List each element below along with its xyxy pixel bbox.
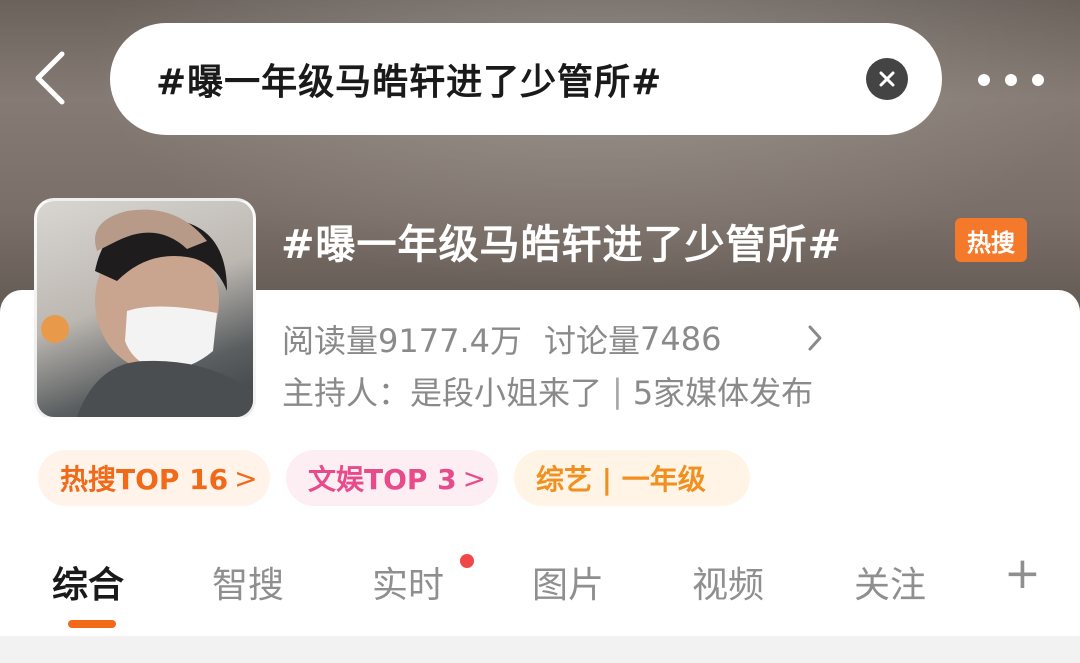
chevron-right-icon[interactable] bbox=[806, 324, 824, 352]
host-info: 主持人： 是段小姐来了 | 5家媒体发布 bbox=[282, 368, 813, 414]
tab-following[interactable]: 关注 bbox=[854, 556, 926, 608]
tab-images[interactable]: 图片 bbox=[532, 556, 604, 608]
back-button[interactable] bbox=[28, 48, 72, 108]
chip-label: 热搜TOP 16 bbox=[60, 463, 229, 496]
more-options-button[interactable] bbox=[978, 70, 1044, 90]
tab-bar: 综合 智搜 实时 图片 视频 关注 + bbox=[0, 548, 1080, 636]
host-label: 主持人： bbox=[282, 374, 411, 412]
reads-value: 9177.4万 bbox=[378, 322, 522, 360]
hot-search-badge: 热搜 bbox=[955, 218, 1027, 262]
host-separator: | bbox=[612, 372, 623, 410]
chip-label: 文娱TOP 3 bbox=[308, 463, 457, 496]
tab-realtime[interactable]: 实时 bbox=[372, 556, 444, 608]
topic-title: #曝一年级马皓轩进了少管所# bbox=[281, 222, 843, 268]
search-query-text: #曝一年级马皓轩进了少管所# bbox=[156, 62, 663, 103]
tab-videos[interactable]: 视频 bbox=[692, 556, 764, 608]
reads-label: 阅读量 bbox=[282, 322, 379, 360]
close-icon bbox=[879, 71, 895, 87]
active-tab-indicator bbox=[68, 620, 116, 628]
topic-avatar[interactable] bbox=[34, 198, 256, 420]
avatar-image bbox=[41, 209, 253, 417]
add-tab-button[interactable]: + bbox=[1004, 548, 1041, 599]
discussions-value: 7486 bbox=[640, 320, 722, 358]
chevron-left-icon bbox=[35, 51, 65, 105]
discussions-label: 讨论量 bbox=[544, 322, 641, 360]
clear-search-button[interactable] bbox=[866, 58, 908, 100]
search-input[interactable]: #曝一年级马皓轩进了少管所# bbox=[110, 23, 942, 135]
media-count[interactable]: 5家媒体发布 bbox=[633, 368, 813, 414]
chip-entertainment-rank[interactable]: 文娱TOP 3 > bbox=[286, 450, 498, 506]
tab-comprehensive[interactable]: 综合 bbox=[52, 556, 124, 608]
chevron-right-icon: > bbox=[462, 461, 487, 495]
tab-smart-search[interactable]: 智搜 bbox=[212, 556, 284, 608]
realtime-notification-dot bbox=[460, 554, 474, 568]
content-divider bbox=[0, 636, 1080, 663]
chip-label: 综艺 | 一年级 bbox=[536, 463, 706, 496]
chevron-right-icon: > bbox=[234, 461, 258, 495]
more-dots-icon bbox=[978, 74, 990, 86]
host-name[interactable]: 是段小姐来了 bbox=[410, 368, 602, 414]
chip-hot-search-rank[interactable]: 热搜TOP 16 > bbox=[38, 450, 270, 506]
topic-stats[interactable]: 阅读量 9177.4万 讨论量 7486 bbox=[282, 316, 721, 362]
chip-variety-category[interactable]: 综艺 | 一年级 bbox=[514, 450, 750, 506]
